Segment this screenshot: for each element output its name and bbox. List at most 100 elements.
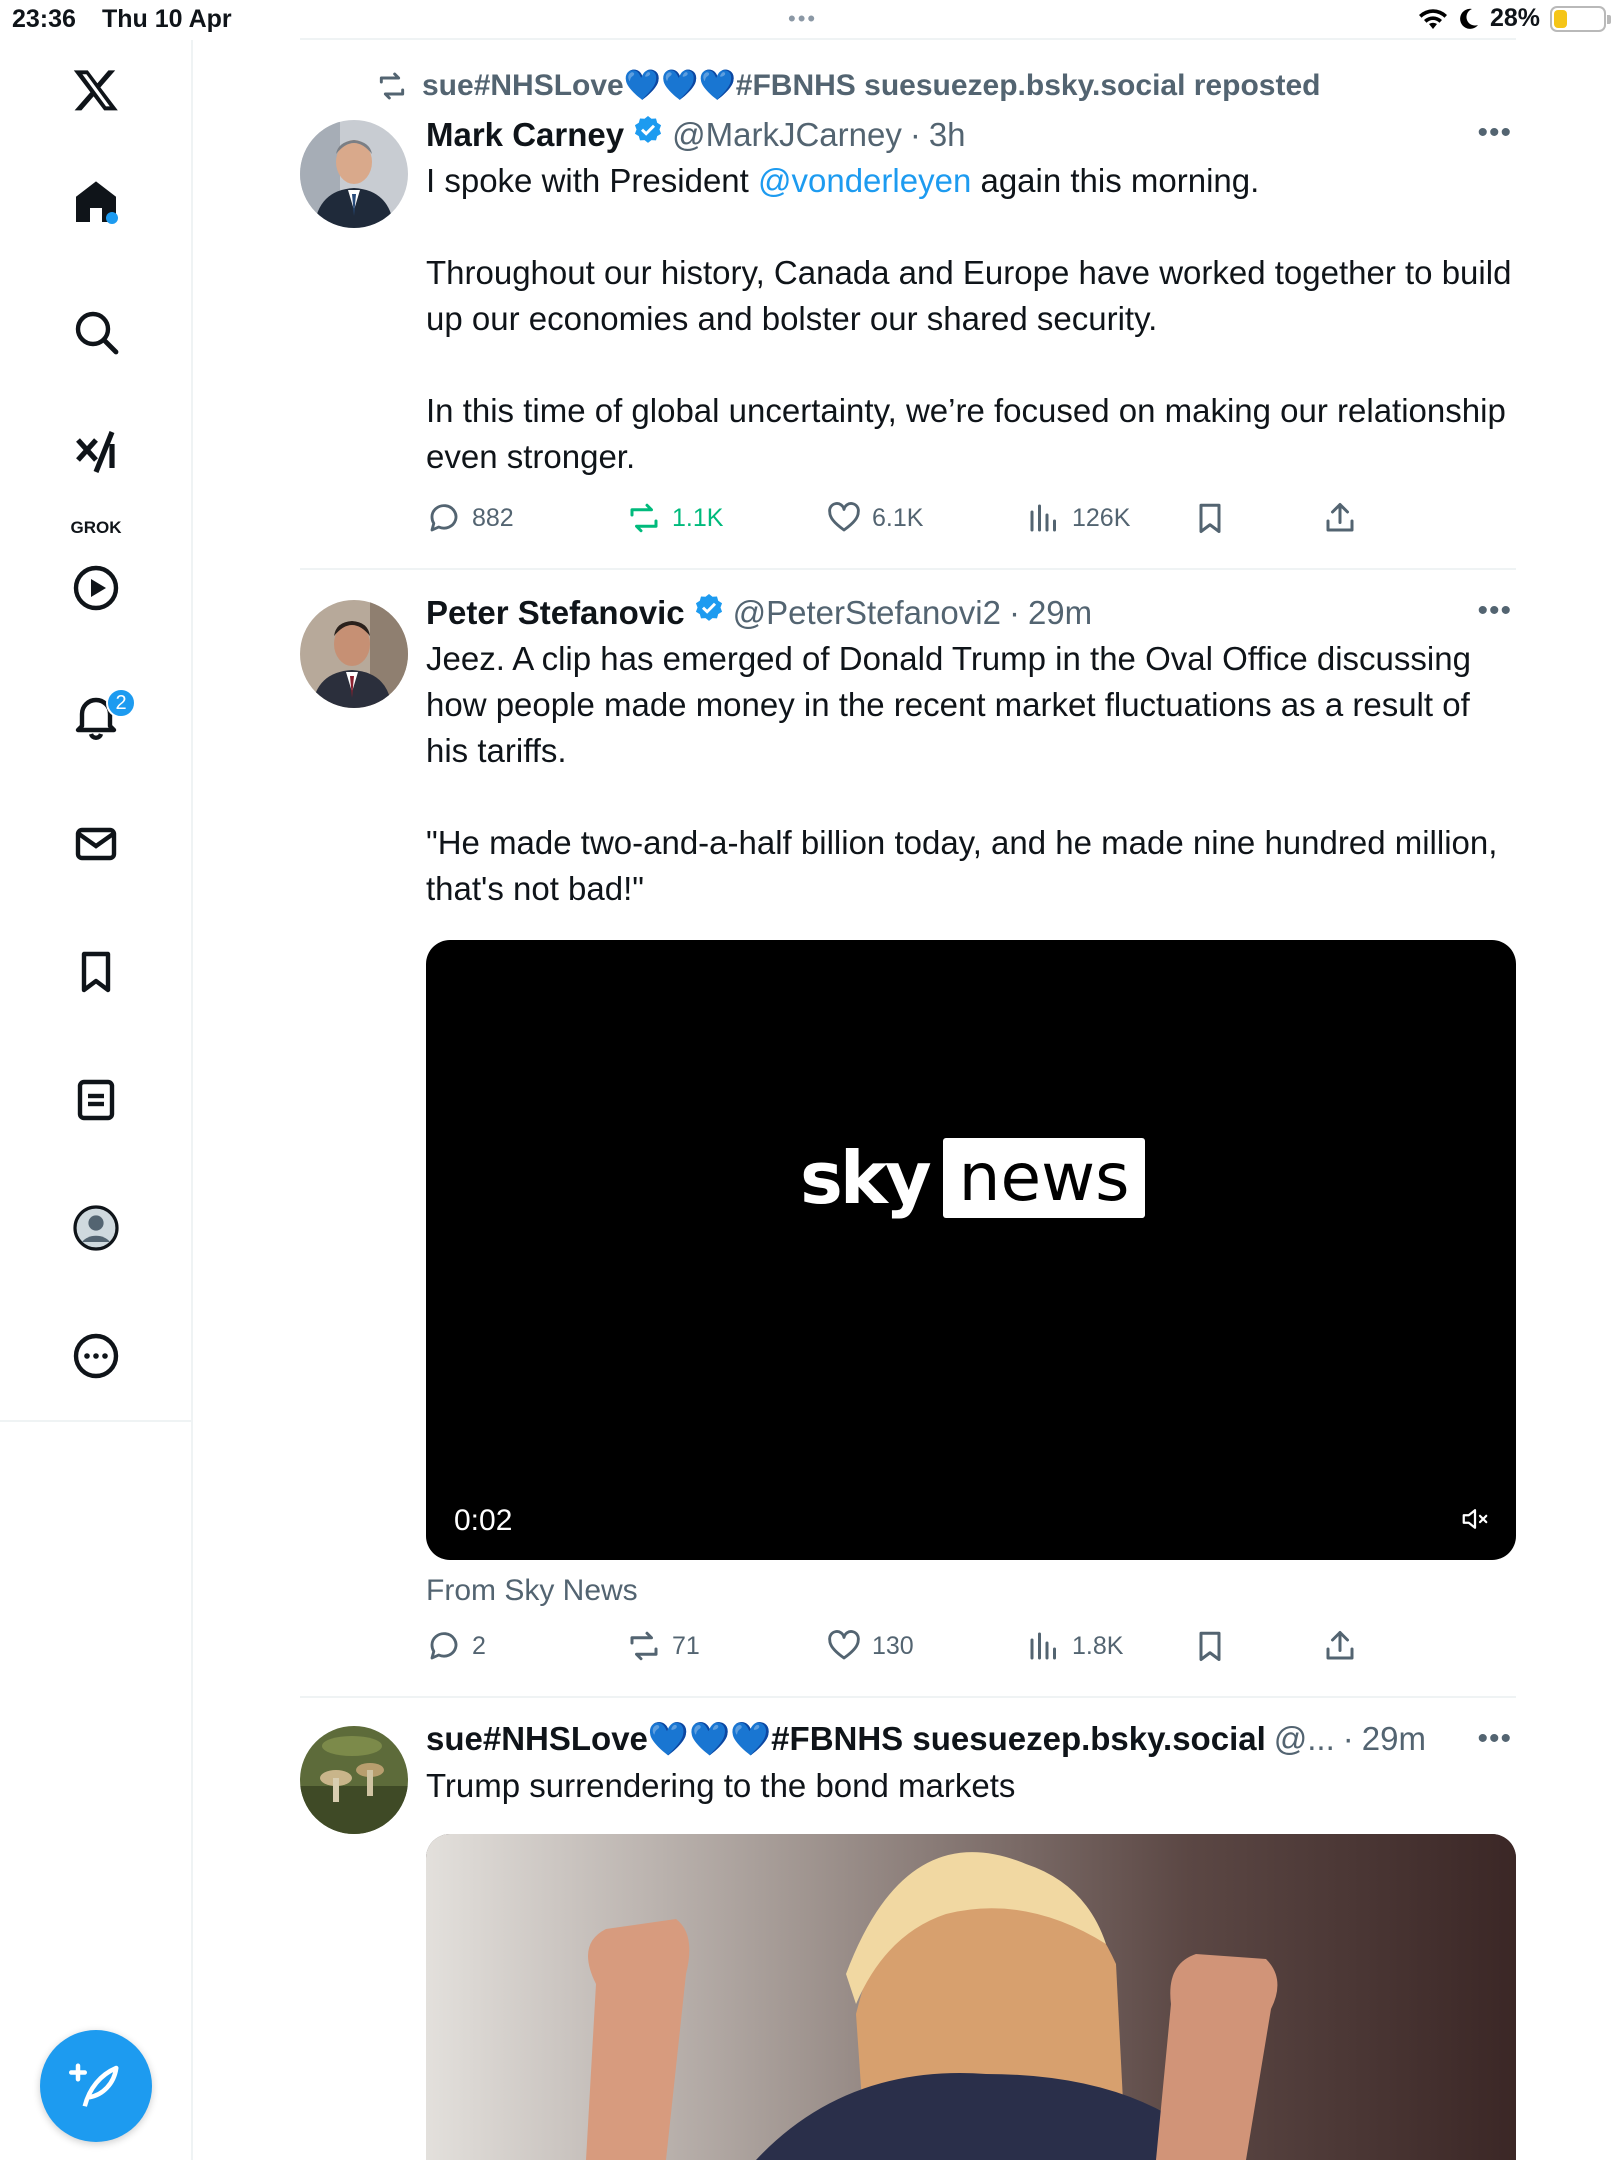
sidebar-divider	[0, 1420, 192, 1422]
time-separator: ·	[1342, 1720, 1354, 1757]
verified-badge-icon	[635, 116, 662, 143]
reply-button[interactable]: 882	[426, 500, 514, 536]
time-separator: ·	[909, 116, 921, 153]
verified-badge-icon	[695, 594, 722, 621]
share-icon	[1326, 503, 1354, 532]
avatar[interactable]	[300, 120, 408, 228]
tweet-time[interactable]: 29m	[1362, 1720, 1426, 1758]
repost-context[interactable]: sue#NHSLove💙💙💙#FBNHS suesuezep.bsky.soci…	[376, 68, 1320, 103]
more-options-button[interactable]: •••	[1477, 594, 1512, 628]
repost-icon	[630, 503, 658, 533]
avatar[interactable]	[300, 600, 408, 708]
avatar-icon[interactable]	[68, 1200, 124, 1256]
author-handle[interactable]: @...	[1274, 1720, 1335, 1758]
repost-by-label: sue#NHSLove💙💙💙#FBNHS suesuezep.bsky.soci…	[422, 69, 1321, 102]
reply-button[interactable]: 2	[426, 1628, 486, 1664]
sidebar: GROK 2	[0, 40, 193, 2160]
heart-icon	[828, 502, 860, 532]
notification-badge: 2	[106, 688, 136, 718]
tweet-header: Peter Stefanovic @PeterStefanovi2 · 29m	[426, 592, 1516, 632]
tweet[interactable]: sue#NHSLove💙💙💙#FBNHS suesuezep.bsky.soci…	[300, 1698, 1516, 2160]
previous-tweet-edge	[300, 0, 1516, 40]
grok-icon[interactable]	[68, 424, 124, 480]
compose-button[interactable]	[40, 2030, 152, 2142]
tweet-photo[interactable]	[426, 1834, 1516, 2160]
repost-button[interactable]: 1.1K	[626, 500, 723, 536]
bookmark-tweet-button[interactable]	[1192, 500, 1228, 536]
battery-icon	[1550, 5, 1611, 32]
views-chart-icon	[1030, 1632, 1056, 1660]
reply-count: 882	[472, 503, 514, 532]
tweet-body: Mark Carney @MarkJCarney · 3h I spoke wi…	[426, 114, 1516, 480]
tweet-body: Peter Stefanovic @PeterStefanovi2 · 29m …	[426, 592, 1516, 912]
views-chart-icon	[1030, 504, 1056, 532]
bookmark-icon	[1199, 503, 1221, 533]
repost-count: 1.1K	[672, 503, 724, 532]
home-unread-dot	[106, 212, 118, 224]
author-name[interactable]: sue#NHSLove💙💙💙#FBNHS suesuezep.bsky.soci…	[426, 1720, 1266, 1759]
reply-icon	[430, 1632, 458, 1660]
news-logo-text: news	[942, 1138, 1146, 1218]
author-handle[interactable]: @MarkJCarney	[672, 116, 902, 154]
tweet-text: Trump surrendering to the bond markets	[426, 1767, 1016, 1804]
sky-logo-text: sky	[800, 1136, 932, 1220]
play-icon[interactable]	[68, 560, 124, 616]
sky-news-logo: sky news	[800, 1136, 1146, 1220]
video-source-label[interactable]: From Sky News	[426, 1574, 638, 1608]
repost-button[interactable]: 71	[626, 1628, 700, 1664]
repost-count: 71	[672, 1631, 700, 1660]
tweet[interactable]: sue#NHSLove💙💙💙#FBNHS suesuezep.bsky.soci…	[300, 40, 1516, 570]
avatar[interactable]	[300, 1726, 408, 1834]
tweet-text: I spoke with President @vonderleyen agai…	[426, 158, 1516, 480]
time-separator: ·	[1008, 594, 1020, 631]
views-count: 1.8K	[1072, 1631, 1124, 1660]
video-duration: 0:02	[454, 1504, 513, 1537]
photo-image	[426, 1834, 1516, 2160]
tweet-time[interactable]: 3h	[929, 116, 966, 154]
more-circle-icon[interactable]	[68, 1328, 124, 1384]
reply-count: 2	[472, 1631, 486, 1660]
compose-icon	[69, 2063, 119, 2107]
tweet-text: Jeez. A clip has emerged of Donald Trump…	[426, 640, 1498, 907]
tweet-header: sue#NHSLove💙💙💙#FBNHS suesuezep.bsky.soci…	[426, 1720, 1516, 1759]
share-button[interactable]	[1322, 500, 1358, 536]
views-button[interactable]: 126K	[1026, 500, 1130, 536]
share-icon	[1326, 1631, 1354, 1660]
grok-label: GROK	[70, 518, 122, 537]
x-logo-icon[interactable]	[68, 62, 124, 118]
like-count: 6.1K	[872, 503, 924, 532]
video-player[interactable]: sky news 0:02	[426, 940, 1516, 1560]
tweet-time[interactable]: 29m	[1028, 594, 1092, 632]
bookmark-icon	[1199, 1631, 1221, 1661]
views-count: 126K	[1072, 503, 1131, 532]
tweet[interactable]: Peter Stefanovic @PeterStefanovi2 · 29m …	[300, 570, 1516, 1698]
repost-icon	[379, 72, 405, 99]
tweet-body: sue#NHSLove💙💙💙#FBNHS suesuezep.bsky.soci…	[426, 1720, 1516, 1809]
like-button[interactable]: 6.1K	[826, 500, 923, 536]
search-icon[interactable]	[68, 304, 124, 360]
tweet-header: Mark Carney @MarkJCarney · 3h	[426, 114, 1516, 154]
tweet-actions: 2 71 130 1.8K	[426, 1628, 1516, 1668]
like-button[interactable]: 130	[826, 1628, 914, 1664]
author-name[interactable]: Peter Stefanovic	[426, 594, 685, 632]
status-date: Thu 10 Apr	[102, 5, 232, 33]
author-name[interactable]: Mark Carney	[426, 116, 624, 154]
author-handle[interactable]: @PeterStefanovi2	[733, 594, 1001, 632]
status-time: 23:36	[12, 5, 76, 33]
tweet-text-part: again this morning. Throughout our histo…	[426, 162, 1512, 475]
more-options-button[interactable]: •••	[1477, 1722, 1512, 1756]
bookmark-tweet-button[interactable]	[1192, 1628, 1228, 1664]
share-button[interactable]	[1322, 1628, 1358, 1664]
more-options-button[interactable]: •••	[1477, 116, 1512, 150]
reply-icon	[430, 504, 458, 532]
views-button[interactable]: 1.8K	[1026, 1628, 1123, 1664]
mention-link[interactable]: @vonderleyen	[758, 162, 971, 199]
mail-icon[interactable]	[68, 816, 124, 872]
tweet-text-part: I spoke with President	[426, 162, 758, 199]
speaker-muted-icon[interactable]	[1460, 1504, 1490, 1534]
bookmark-icon[interactable]	[68, 944, 124, 1000]
list-icon[interactable]	[68, 1072, 124, 1128]
heart-icon	[828, 1630, 860, 1660]
like-count: 130	[872, 1631, 914, 1660]
repost-icon	[630, 1631, 658, 1661]
